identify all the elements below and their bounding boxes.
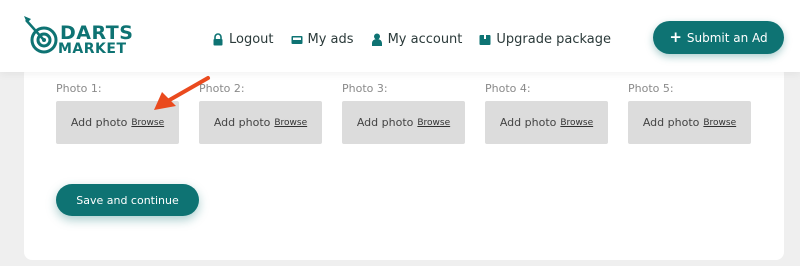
photo-5-dropzone[interactable]: Add photo Browse [628,101,751,144]
photo-3-browse-link[interactable]: Browse [417,118,450,128]
site-header: DARTS MARKET Logout My ads My account Up… [0,0,800,72]
inbox-icon [291,35,303,44]
photo-3-dropzone[interactable]: Add photo Browse [342,101,465,144]
photo-5-add-text: Add photo [642,116,700,129]
photo-5-browse-link[interactable]: Browse [703,118,736,128]
photo-1-label: Photo 1: [56,82,102,95]
lock-icon [213,32,223,45]
photo-4-add-text: Add photo [499,116,557,129]
photo-5-label: Photo 5: [628,82,674,95]
submit-ad-label: Submit an Ad [686,30,768,45]
photo-4-dropzone[interactable]: Add photo Browse [485,101,608,144]
plus-icon: + [669,28,682,46]
photo-upload-card: Photo 1: Add photo Browse Photo 2: Add p… [24,66,784,260]
photo-2-browse-link[interactable]: Browse [274,118,307,128]
dartboard-icon [24,16,58,54]
photo-3-label: Photo 3: [342,82,388,95]
photo-4-label: Photo 4: [485,82,531,95]
photo-1-browse-link[interactable]: Browse [131,118,164,128]
user-icon [371,33,382,46]
save-and-continue-button[interactable]: Save and continue [56,184,199,216]
logo-text-market: MARKET [58,41,127,57]
annotation-arrow-icon [154,76,210,110]
save-and-continue-label: Save and continue [76,193,179,207]
photo-2-dropzone[interactable]: Add photo Browse [199,101,322,144]
nav-logout[interactable]: Logout [212,32,274,47]
photo-3-add-text: Add photo [356,116,414,129]
nav-my-account[interactable]: My account [371,31,463,47]
nav-my-ads[interactable]: My ads [291,32,354,47]
darts-market-logo[interactable]: DARTS MARKET [22,14,134,60]
photo-2-add-text: Add photo [213,116,271,129]
nav-upgrade-package[interactable]: Upgrade package [479,32,611,47]
photo-1-add-text: Add photo [70,116,128,129]
nav-my-ads-label: My ads [307,31,354,47]
package-icon [479,34,491,45]
nav-my-account-label: My account [387,31,463,47]
nav-upgrade-package-label: Upgrade package [496,31,612,47]
submit-ad-button[interactable]: + Submit an Ad [653,21,784,54]
main-nav: Logout My ads My account Upgrade package [212,30,628,48]
photo-4-browse-link[interactable]: Browse [560,118,593,128]
nav-logout-label: Logout [229,31,274,47]
